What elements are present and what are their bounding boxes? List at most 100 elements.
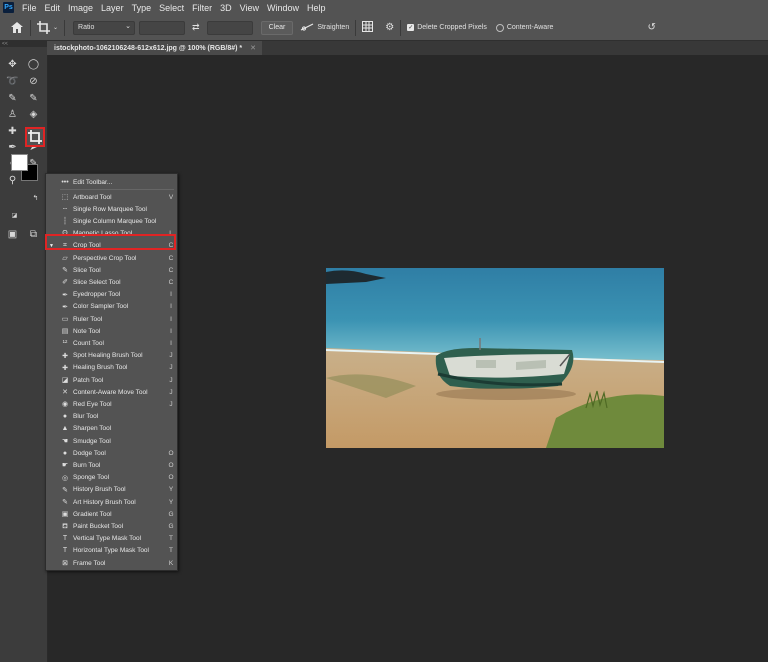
menu-window[interactable]: Window <box>263 3 303 13</box>
flyout-item-count-tool[interactable]: ¹² Count Tool I <box>46 337 177 349</box>
menu-edit[interactable]: Edit <box>41 3 65 13</box>
flyout-item-color-sampler-tool[interactable]: ✒ Color Sampler Tool I <box>46 301 177 313</box>
flyout-item-note-tool[interactable]: ▤ Note Tool I <box>46 325 177 337</box>
menu-filter[interactable]: Filter <box>188 3 216 13</box>
overlay-grid-icon[interactable] <box>362 21 374 34</box>
lasso-icon[interactable]: ➰ <box>6 75 19 88</box>
menu-image[interactable]: Image <box>64 3 97 13</box>
flyout-item-shortcut: I <box>170 291 172 299</box>
flyout-item-single-row-marquee-tool[interactable]: ┄ Single Row Marquee Tool <box>46 203 177 215</box>
sharpen-icon: ▲ <box>61 425 69 433</box>
width-input[interactable] <box>139 20 186 35</box>
collapse-toggle[interactable]: << <box>0 41 47 47</box>
delete-cropped-label[interactable]: Delete Cropped Pixels <box>417 24 487 31</box>
flyout-item-horizontal-type-mask-tool[interactable]: T Horizontal Type Mask Tool T <box>46 545 177 557</box>
menu-3d[interactable]: 3D <box>216 3 236 13</box>
flyout-item-ruler-tool[interactable]: ▭ Ruler Tool I <box>46 313 177 325</box>
menu-view[interactable]: View <box>236 3 263 13</box>
height-input[interactable] <box>206 20 253 35</box>
flyout-item-single-column-marquee-tool[interactable]: ┆ Single Column Marquee Tool <box>46 215 177 227</box>
options-bar: ⌄ Ratio ⌄ ⇄ Clear Straighten ⚙ ✓ Delete … <box>0 15 768 41</box>
tools-flyout-menu: ••• Edit Toolbar... ⬚ Artboard Tool V ┄ Sing… <box>45 173 178 571</box>
edit-toolbar-item[interactable]: ••• Edit Toolbar... <box>46 176 177 188</box>
swap-colors-icon[interactable]: ↰ <box>29 191 42 204</box>
flyout-item-slice-tool[interactable]: ✎ Slice Tool C <box>46 264 177 276</box>
pen-icon[interactable]: ✒ <box>6 141 19 154</box>
flyout-item-art-history-brush-tool[interactable]: ✎ Art History Brush Tool Y <box>46 496 177 508</box>
flyout-item-label: Slice Tool <box>73 266 101 274</box>
more-dots-icon: ••• <box>61 178 69 186</box>
home-icon[interactable] <box>10 22 24 33</box>
default-colors-icon[interactable]: ◪ <box>8 209 21 222</box>
flyout-item-dodge-tool[interactable]: ● Dodge Tool O <box>46 447 177 459</box>
flyout-item-slice-select-tool[interactable]: ✐ Slice Select Tool C <box>46 276 177 288</box>
content-aware-label[interactable]: Content-Aware <box>507 24 554 31</box>
reset-icon[interactable]: ↺ <box>647 22 655 33</box>
flyout-item-perspective-crop-tool[interactable]: ▱ Perspective Crop Tool C <box>46 252 177 264</box>
flyout-item-frame-tool[interactable]: ⊠ Frame Tool K <box>46 557 177 569</box>
clear-button[interactable]: Clear <box>260 20 294 35</box>
slice-select-icon: ✐ <box>62 279 68 287</box>
flyout-item-label: Note Tool <box>73 327 101 335</box>
screen-mode-icon[interactable]: ⧉ <box>27 228 40 241</box>
flyout-item-sponge-tool[interactable]: ◎ Sponge Tool O <box>46 472 177 484</box>
eraser-icon[interactable]: ◈ <box>27 108 40 121</box>
flyout-item-label: Count Tool <box>73 339 104 347</box>
stamp-icon[interactable]: ♙ <box>6 108 19 121</box>
gear-icon[interactable]: ⚙ <box>385 22 394 33</box>
canvas-image[interactable] <box>326 268 664 448</box>
menu-type[interactable]: Type <box>128 3 156 13</box>
menu-select[interactable]: Select <box>155 3 188 13</box>
straighten-icon[interactable] <box>300 22 314 34</box>
object-selection-icon[interactable]: ⊘ <box>27 75 40 88</box>
flyout-item-shortcut: C <box>168 254 174 262</box>
gradient-icon: ▣ <box>61 511 69 519</box>
straighten-label[interactable]: Straighten <box>317 24 349 31</box>
chevron-down-icon: ⌄ <box>125 22 132 30</box>
delete-cropped-checkbox[interactable]: ✓ <box>407 24 415 31</box>
flyout-item-eyedropper-tool[interactable]: ✒ Eyedropper Tool I <box>46 289 177 301</box>
spot-healing-icon: ✚ <box>62 352 68 360</box>
menu-layer[interactable]: Layer <box>97 3 128 13</box>
flyout-item-vertical-type-mask-tool[interactable]: T Vertical Type Mask Tool T <box>46 533 177 545</box>
marquee-icon[interactable]: ◯ <box>27 58 40 71</box>
close-icon[interactable]: ✕ <box>250 44 256 52</box>
flyout-item-shortcut: Y <box>168 486 174 494</box>
flyout-item-gradient-tool[interactable]: ▣ Gradient Tool G <box>46 508 177 520</box>
flyout-item-smudge-tool[interactable]: ☚ Smudge Tool <box>46 435 177 447</box>
ratio-select[interactable]: Ratio ⌄ <box>73 20 136 35</box>
zoom-icon[interactable]: ⚲ <box>6 174 19 187</box>
flyout-item-sharpen-tool[interactable]: ▲ Sharpen Tool <box>46 423 177 435</box>
menu-file[interactable]: File <box>18 3 41 13</box>
flyout-item-patch-tool[interactable]: ◪ Patch Tool J <box>46 374 177 386</box>
edit-toolbar-label: Edit Toolbar... <box>73 178 113 186</box>
crop-tool-button[interactable] <box>25 127 45 147</box>
flyout-item-burn-tool[interactable]: ☛ Burn Tool O <box>46 459 177 471</box>
flyout-item-blur-tool[interactable]: ● Blur Tool <box>46 411 177 423</box>
brush-icon[interactable]: ✎ <box>27 92 40 105</box>
document-tab[interactable]: istockphoto-1062106248-612x612.jpg @ 100… <box>47 41 262 55</box>
flyout-item-red-eye-tool[interactable]: ◉ Red Eye Tool J <box>46 398 177 410</box>
flyout-item-paint-bucket-tool[interactable]: ⛾ Paint Bucket Tool G <box>46 520 177 532</box>
foreground-color-swatch[interactable] <box>11 154 28 171</box>
flyout-item-healing-brush-tool[interactable]: ✚ Healing Brush Tool J <box>46 362 177 374</box>
horizontal-type-mask-icon: T <box>62 547 68 555</box>
flyout-item-history-brush-tool[interactable]: ✎ History Brush Tool Y <box>46 484 177 496</box>
flyout-item-shortcut: C <box>168 278 174 286</box>
flyout-item-label: Burn Tool <box>73 461 101 469</box>
menu-help[interactable]: Help <box>303 3 330 13</box>
swap-arrows-icon[interactable]: ⇄ <box>192 22 200 33</box>
quick-mask-icon[interactable]: ▣ <box>6 228 19 241</box>
flyout-item-content-aware-move-tool[interactable]: ✕ Content-Aware Move Tool J <box>46 386 177 398</box>
quick-selection-icon[interactable]: ✎ <box>6 92 19 105</box>
healing-icon[interactable]: ✚ <box>6 125 19 138</box>
content-aware-checkbox[interactable] <box>495 23 504 32</box>
menu-bar: Ps File Edit Image Layer Type Select Fil… <box>0 0 768 15</box>
flyout-item-artboard-tool[interactable]: ⬚ Artboard Tool V <box>46 191 177 203</box>
flyout-item-spot-healing-brush-tool[interactable]: ✚ Spot Healing Brush Tool J <box>46 350 177 362</box>
crop-preset-icon[interactable]: ⌄ <box>37 21 58 34</box>
crop-tool-selection-highlight <box>45 234 176 250</box>
move-icon[interactable]: ✥ <box>6 58 19 71</box>
chevron-down-icon: ⌄ <box>53 25 59 31</box>
flyout-item-label: Slice Select Tool <box>73 278 121 286</box>
